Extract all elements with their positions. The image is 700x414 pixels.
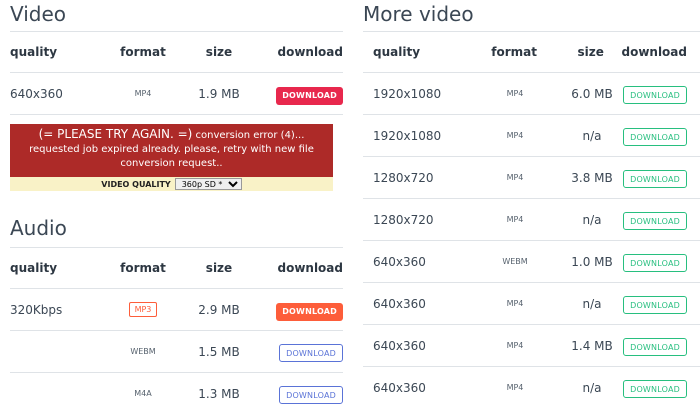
download-button[interactable]: DOWNLOAD <box>623 296 687 314</box>
format-cell: MP4 <box>506 383 524 392</box>
size-cell: n/a <box>582 128 602 143</box>
format-badge: MP3 <box>128 302 158 317</box>
size-cell: 1.9 MB <box>198 86 240 101</box>
header-download: download <box>277 261 343 275</box>
header-size: size <box>577 45 604 59</box>
left-column: Video quality format size download 640x3… <box>10 0 343 404</box>
format-cell: MP4 <box>134 89 152 98</box>
quality-cell: 1280x720 <box>373 212 434 227</box>
table-row: 640x360 MP4 n/a DOWNLOAD <box>363 367 700 408</box>
video-quality-select[interactable]: 360p SD * <box>174 178 242 190</box>
error-banner: (= PLEASE TRY AGAIN. =) conversion error… <box>10 124 333 177</box>
format-cell: WEBM <box>130 347 156 356</box>
size-cell: 3.8 MB <box>571 170 613 185</box>
size-cell: n/a <box>582 296 602 311</box>
more-video-section-title: More video <box>363 2 474 26</box>
download-button[interactable]: DOWNLOAD <box>623 254 687 272</box>
table-row: 1920x1080 MP4 6.0 MB DOWNLOAD <box>363 73 700 115</box>
quality-cell: 640x360 <box>373 296 426 311</box>
more-video-table: quality format size download 1920x1080 M… <box>363 31 700 408</box>
quality-cell: 640x360 <box>10 86 63 101</box>
download-button[interactable]: DOWNLOAD <box>623 128 687 146</box>
table-row: 640x360 MP4 n/a DOWNLOAD <box>363 283 700 325</box>
table-row: 1280x720 MP4 3.8 MB DOWNLOAD <box>363 157 700 199</box>
header-format: format <box>491 45 537 59</box>
header-quality: quality <box>373 45 421 59</box>
table-row: WEBM 1.5 MB DOWNLOAD <box>10 331 343 373</box>
quality-cell: 1920x1080 <box>373 128 442 143</box>
audio-section-title: Audio <box>10 216 67 240</box>
table-row: 640x360 MP4 1.9 MB DOWNLOAD <box>10 73 343 115</box>
table-row: 1920x1080 MP4 n/a DOWNLOAD <box>363 115 700 157</box>
format-cell: WEBM <box>502 257 528 266</box>
right-column: More video quality format size download … <box>363 0 700 408</box>
quality-cell: 320Kbps <box>10 302 63 317</box>
download-button[interactable]: DOWNLOAD <box>623 338 687 356</box>
error-message-cont: conversion request.. <box>120 158 223 169</box>
header-download: download <box>277 45 343 59</box>
quality-cell: 1280x720 <box>373 170 434 185</box>
header-size: size <box>205 45 233 59</box>
video-quality-bar: VIDEO QUALITY 360p SD * <box>10 177 333 191</box>
format-cell: MP4 <box>506 341 524 350</box>
download-button[interactable]: DOWNLOAD <box>623 86 687 104</box>
format-cell: MP4 <box>506 131 524 140</box>
download-button[interactable]: DOWNLOAD <box>276 86 343 105</box>
table-row: 640x360 WEBM 1.0 MB DOWNLOAD <box>363 241 700 283</box>
size-cell: 6.0 MB <box>571 86 613 101</box>
format-cell: MP4 <box>506 173 524 182</box>
download-button[interactable]: DOWNLOAD <box>623 380 687 398</box>
header-quality: quality <box>10 261 58 275</box>
header-quality: quality <box>10 45 58 59</box>
audio-table-header: quality format size download <box>10 247 343 289</box>
format-cell: MP4 <box>506 215 524 224</box>
download-button[interactable]: DOWNLOAD <box>279 344 343 362</box>
video-quality-label: VIDEO QUALITY <box>101 179 171 189</box>
format-cell: MP4 <box>506 299 524 308</box>
download-button[interactable]: DOWNLOAD <box>276 302 343 321</box>
size-cell: 2.9 MB <box>198 302 240 317</box>
table-row: 640x360 MP4 1.4 MB DOWNLOAD <box>363 325 700 367</box>
quality-cell: 640x360 <box>373 380 426 395</box>
size-cell: 1.5 MB <box>198 344 240 359</box>
video-section-title: Video <box>10 2 67 26</box>
size-cell: n/a <box>582 380 602 395</box>
quality-cell: 640x360 <box>373 254 426 269</box>
size-cell: 1.3 MB <box>198 386 240 401</box>
size-cell: 1.4 MB <box>571 338 613 353</box>
format-cell: M4A <box>134 389 152 398</box>
download-button[interactable]: DOWNLOAD <box>279 386 343 404</box>
error-headline: (= PLEASE TRY AGAIN. =) <box>38 127 193 141</box>
more-video-table-header: quality format size download <box>363 31 700 73</box>
format-cell: MP4 <box>506 89 524 98</box>
header-format: format <box>120 45 166 59</box>
header-format: format <box>120 261 166 275</box>
quality-cell: 1920x1080 <box>373 86 442 101</box>
header-download: download <box>621 45 687 59</box>
download-button[interactable]: DOWNLOAD <box>623 212 687 230</box>
table-row: 1280x720 MP4 n/a DOWNLOAD <box>363 199 700 241</box>
audio-table: quality format size download 320Kbps MP3… <box>10 247 343 414</box>
video-table-header: quality format size download <box>10 31 343 73</box>
size-cell: n/a <box>582 212 602 227</box>
download-button[interactable]: DOWNLOAD <box>623 170 687 188</box>
table-row: 320Kbps MP3 2.9 MB DOWNLOAD <box>10 289 343 331</box>
video-table: quality format size download 640x360 MP4… <box>10 31 343 115</box>
quality-cell: 640x360 <box>373 338 426 353</box>
error-message: requested job expired already. please, r… <box>29 144 314 155</box>
size-cell: 1.0 MB <box>571 254 613 269</box>
table-row: M4A 1.3 MB DOWNLOAD <box>10 373 343 414</box>
header-size: size <box>205 261 233 275</box>
error-code: conversion error (4)... <box>192 130 305 141</box>
